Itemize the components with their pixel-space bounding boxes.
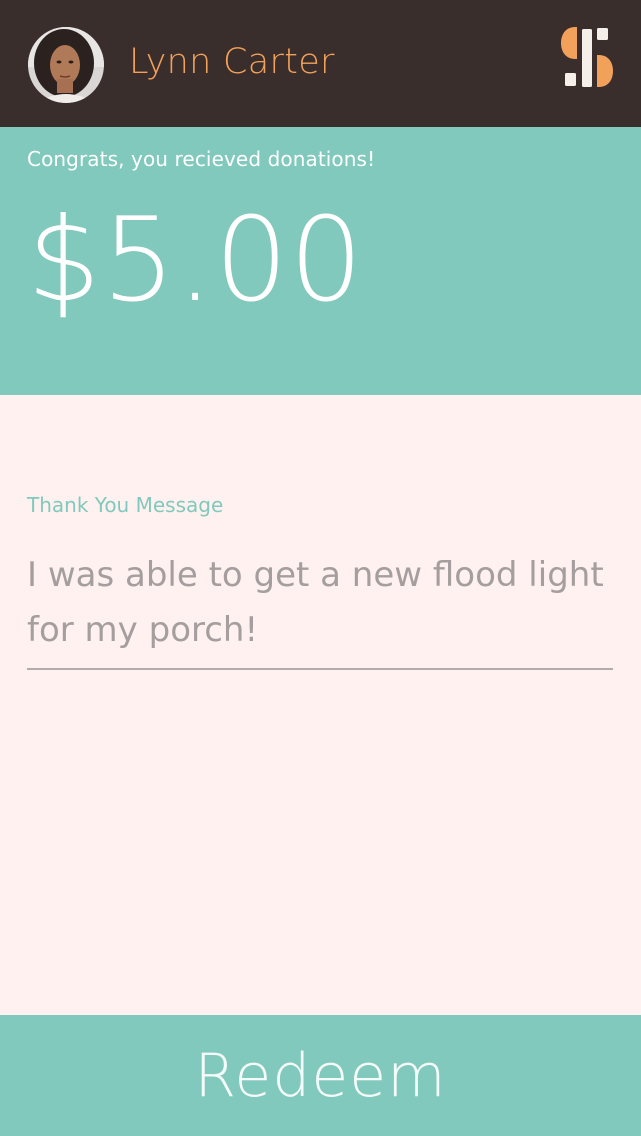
user-avatar-icon	[28, 27, 104, 103]
header-bar: Lynn Carter	[0, 0, 641, 127]
app-screen: Lynn Carter Congrats, you recieved donat…	[0, 0, 641, 1136]
message-underline	[27, 668, 613, 670]
user-name: Lynn Carter	[129, 42, 335, 82]
message-field[interactable]: I was able to get a new flood light for …	[27, 548, 613, 658]
congrats-text: Congrats, you recieved donations!	[27, 147, 376, 171]
app-logo-icon[interactable]	[561, 27, 615, 89]
donation-summary: Congrats, you recieved donations! $5.00	[0, 127, 641, 395]
redeem-button[interactable]: Redeem	[0, 1015, 641, 1136]
redeem-label: Redeem	[194, 1040, 447, 1111]
donation-amount: $5.00	[27, 193, 365, 328]
avatar[interactable]	[28, 27, 104, 103]
message-label: Thank You Message	[27, 493, 224, 517]
